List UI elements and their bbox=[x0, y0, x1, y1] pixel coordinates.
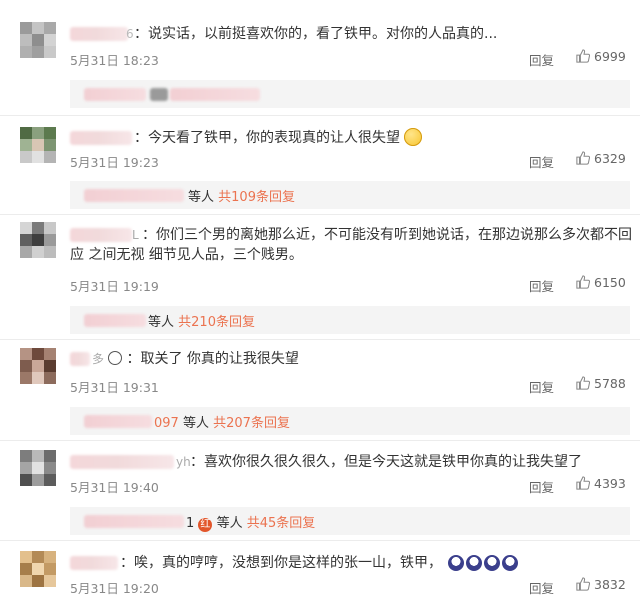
divider bbox=[0, 115, 640, 116]
subreply-who: 等人 bbox=[216, 516, 243, 531]
reply-button[interactable]: 回复 bbox=[529, 152, 554, 171]
like-button[interactable]: 5788 bbox=[576, 376, 626, 391]
comment-time: 5月31日 18:23 bbox=[70, 53, 159, 68]
comment-text-body: ：唉，真的哼哼，没想到你是这样的张一山，铁甲， bbox=[120, 555, 442, 571]
smile-emoji-icon bbox=[404, 128, 423, 146]
divider bbox=[0, 440, 640, 441]
like-count: 5788 bbox=[594, 376, 626, 391]
username-blurred[interactable] bbox=[70, 556, 118, 570]
avatar[interactable] bbox=[20, 348, 56, 384]
reply-button[interactable]: 回复 bbox=[529, 377, 554, 396]
username-blurred bbox=[84, 314, 146, 327]
subreply-summary-blurred[interactable] bbox=[70, 80, 630, 108]
username-fragment: 多 bbox=[92, 352, 105, 366]
subreply-summary[interactable]: 1 红 等人 共45条回复 bbox=[70, 507, 630, 535]
avatar[interactable] bbox=[20, 450, 56, 486]
subreply-who: 等人 bbox=[188, 190, 215, 205]
thumbs-up-icon bbox=[576, 49, 591, 63]
thumbs-up-icon bbox=[576, 577, 591, 591]
comment-text: ：唉，真的哼哼，没想到你是这样的张一山，铁甲， bbox=[120, 553, 519, 573]
username-blurred bbox=[84, 88, 146, 101]
username-blurred bbox=[84, 515, 184, 528]
username-blurred bbox=[170, 88, 260, 101]
crying-emoji-icon bbox=[448, 555, 465, 571]
like-count: 4393 bbox=[594, 476, 626, 491]
subreply-text: 等人 共210条回复 bbox=[148, 311, 255, 330]
crying-emoji-icon bbox=[502, 555, 519, 571]
comment-time: 5月31日 19:23 bbox=[70, 155, 159, 170]
subreply-text: 1 红 等人 共45条回复 bbox=[186, 512, 315, 532]
username-blurred[interactable] bbox=[70, 352, 90, 366]
subreply-name-fragment: 097 bbox=[154, 416, 179, 431]
like-count: 3832 bbox=[594, 577, 626, 592]
username-fragment: yh bbox=[176, 455, 191, 469]
subreply-count-link[interactable]: 共45条回复 bbox=[247, 516, 316, 531]
crying-emoji-icon bbox=[484, 555, 501, 571]
member-badge-icon: 红 bbox=[198, 518, 213, 532]
like-button[interactable]: 6150 bbox=[576, 275, 626, 290]
comment-time: 5月31日 19:20 bbox=[70, 581, 159, 596]
like-button[interactable]: 6329 bbox=[576, 151, 626, 166]
comment-text: ：喜欢你很久很久很久，但是今天这就是铁甲你真的让我失望了 bbox=[190, 454, 582, 470]
subreply-summary[interactable]: 等人 共109条回复 bbox=[70, 181, 630, 209]
username-blurred bbox=[84, 189, 184, 202]
subreply-count-link[interactable]: 共109条回复 bbox=[218, 190, 295, 205]
comment-time: 5月31日 19:19 bbox=[70, 279, 159, 294]
username-blurred[interactable] bbox=[70, 455, 174, 469]
subreply-summary[interactable]: 097 等人 共207条回复 bbox=[70, 407, 630, 435]
username-blurred bbox=[150, 88, 168, 101]
subreply-name-fragment: 1 bbox=[186, 516, 195, 531]
comment-text: ：你们三个男的离她那么近，不可能没有听到她说话，在那边说那么多次都不回应 之间无… bbox=[70, 227, 632, 263]
reply-button[interactable]: 回复 bbox=[529, 50, 554, 69]
divider bbox=[0, 339, 640, 340]
subreply-who: 等人 bbox=[148, 315, 175, 330]
thumbs-up-icon bbox=[576, 476, 591, 490]
reply-button[interactable]: 回复 bbox=[529, 477, 554, 496]
divider bbox=[0, 540, 640, 541]
like-button[interactable]: 4393 bbox=[576, 476, 626, 491]
comment-text: ：取关了 你真的让我很失望 bbox=[108, 349, 299, 369]
like-count: 6999 bbox=[594, 49, 626, 64]
crying-emoji-icon bbox=[466, 555, 483, 571]
comment-time: 5月31日 19:31 bbox=[70, 380, 159, 395]
like-count: 6329 bbox=[594, 151, 626, 166]
thumbs-up-icon bbox=[576, 151, 591, 165]
like-button[interactable]: 3832 bbox=[576, 577, 626, 592]
comment-time: 5月31日 19:40 bbox=[70, 480, 159, 495]
username-fragment: 6 bbox=[126, 27, 134, 41]
reply-button[interactable]: 回复 bbox=[529, 276, 554, 295]
subreply-count-link[interactable]: 共210条回复 bbox=[178, 315, 255, 330]
subreply-who: 等人 bbox=[182, 416, 209, 431]
subreply-count-link[interactable]: 共207条回复 bbox=[213, 416, 290, 431]
avatar[interactable] bbox=[20, 127, 56, 163]
avatar[interactable] bbox=[20, 222, 56, 258]
comment-text: ：说实话，以前挺喜欢你的，看了铁甲。对你的人品真的... bbox=[134, 26, 498, 42]
subreply-text: 097 等人 共207条回复 bbox=[154, 412, 290, 431]
thumbs-up-icon bbox=[576, 275, 591, 289]
comment-text-body: ：今天看了铁甲，你的表现真的让人很失望 bbox=[134, 130, 400, 146]
comment-text-body: ：取关了 你真的让我很失望 bbox=[126, 351, 299, 367]
subreply-text: 等人 共109条回复 bbox=[188, 186, 295, 205]
username-blurred[interactable] bbox=[70, 131, 132, 145]
username-blurred bbox=[84, 415, 152, 428]
avatar[interactable] bbox=[20, 551, 56, 587]
thumbs-up-icon bbox=[576, 376, 591, 390]
username-blurred[interactable] bbox=[70, 27, 128, 41]
reply-button[interactable]: 回复 bbox=[529, 578, 554, 597]
like-button[interactable]: 6999 bbox=[576, 49, 626, 64]
comment-text: ：今天看了铁甲，你的表现真的让人很失望 bbox=[134, 128, 423, 148]
like-count: 6150 bbox=[594, 275, 626, 290]
avatar[interactable] bbox=[20, 22, 56, 58]
panda-emoji-icon bbox=[108, 351, 122, 365]
subreply-summary[interactable]: 等人 共210条回复 bbox=[70, 306, 630, 334]
divider bbox=[0, 214, 640, 215]
